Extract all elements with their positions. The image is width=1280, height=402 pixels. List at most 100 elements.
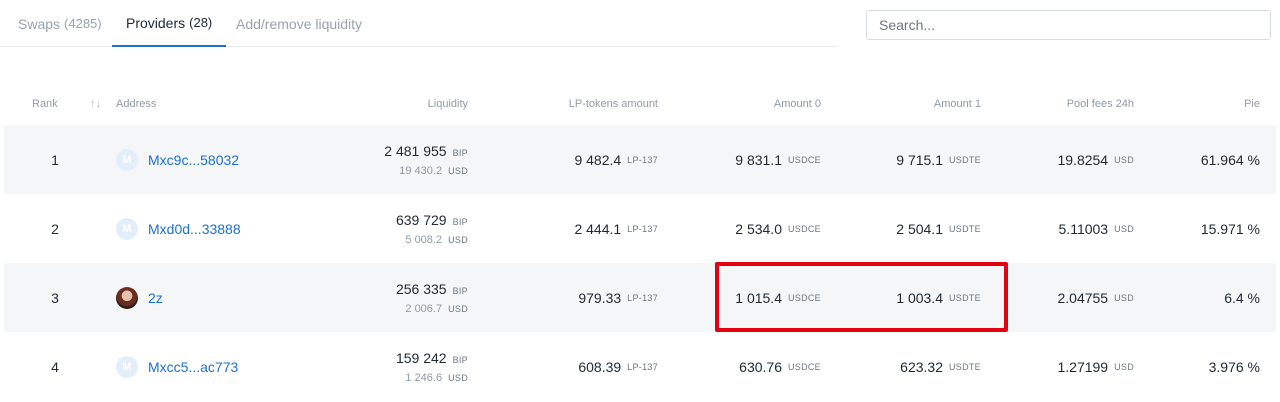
fees-value: 1.27199 [1057, 358, 1109, 375]
liquidity-bip: 159 242 [395, 349, 447, 366]
table-header: Rank ↑↓ Address Liquidity LP-tokens amou… [4, 86, 1276, 122]
amount1-value: 9 715.1 [896, 151, 943, 168]
tab-add-remove-liquidity[interactable]: Add/remove liquidity [236, 0, 362, 47]
unit-label: BIP [452, 354, 468, 365]
lp-value: 9 482.4 [574, 151, 622, 168]
amount1-cell: 2 504.1 USDTE [896, 194, 981, 263]
amount0-cell: 630.76 USDCE [739, 332, 821, 401]
header-pie[interactable]: Pie [1244, 86, 1260, 122]
amount0-value: 9 831.1 [735, 151, 782, 168]
lp-tokens-cell: 608.39 LP-137 [578, 332, 658, 401]
address-link[interactable]: Mxcc5...ac773 [148, 359, 238, 375]
lp-value: 608.39 [578, 358, 622, 375]
tab-bar: Swaps (4285) Providers (28) Add/remove l… [0, 0, 838, 47]
fees-value: 5.11003 [1058, 220, 1109, 237]
tab-swaps-count: (4285) [64, 16, 102, 31]
header-amount0[interactable]: Amount 0 [774, 86, 821, 122]
header-lp-tokens[interactable]: LP-tokens amount [569, 86, 658, 122]
unit-label: USDCE [787, 154, 821, 165]
tab-providers-label: Providers [126, 14, 186, 31]
rank-cell: 2 [51, 220, 59, 237]
amount0-value: 1 015.4 [735, 289, 782, 306]
rank-cell: 4 [51, 358, 59, 375]
header-liquidity[interactable]: Liquidity [428, 86, 468, 122]
fees-value: 2.04755 [1057, 289, 1109, 306]
address-cell: 2z [116, 263, 163, 332]
amount0-cell: 2 534.0 USDCE [735, 194, 821, 263]
amount1-value: 1 003.4 [896, 289, 943, 306]
user-photo-icon [116, 286, 138, 309]
unit-label: USD [448, 165, 468, 176]
search-input[interactable] [866, 10, 1271, 40]
liquidity-cell: 256 335 BIP 2 006.7 USD [396, 263, 468, 332]
amount1-cell: 9 715.1 USDTE [896, 125, 981, 194]
liquidity-cell: 2 481 955 BIP 19 430.2 USD [384, 125, 468, 194]
fees-value: 19.8254 [1057, 151, 1109, 168]
liquidity-usd: 5 008.2 [405, 233, 443, 246]
unit-label: USD [1114, 154, 1134, 165]
address-cell: M Mxcc5...ac773 [116, 332, 238, 401]
lp-value: 2 444.1 [574, 220, 622, 237]
header-rank[interactable]: Rank [32, 86, 58, 122]
address-link[interactable]: 2z [148, 290, 163, 306]
minter-logo-icon: M [116, 217, 138, 240]
liquidity-bip: 639 729 [395, 211, 447, 228]
unit-label: USD [448, 234, 468, 245]
unit-label: USD [448, 372, 468, 383]
unit-label: USDTE [948, 154, 981, 165]
unit-label: BIP [452, 285, 468, 296]
amount1-cell: 1 003.4 USDTE [896, 263, 981, 332]
amount1-value: 2 504.1 [896, 220, 943, 237]
unit-label: LP-137 [627, 361, 658, 372]
unit-label: USDTE [948, 223, 981, 234]
rank-cell: 1 [51, 151, 59, 168]
table-row: 4 M Mxcc5...ac773 159 242 BIP 1 246.6 USD … [4, 332, 1276, 401]
unit-label: LP-137 [627, 292, 658, 303]
amount0-value: 2 534.0 [735, 220, 782, 237]
header-pool-fees[interactable]: Pool fees 24h [1067, 86, 1134, 122]
liquidity-bip: 256 335 [395, 280, 447, 297]
tab-swaps-label: Swaps [18, 15, 61, 32]
address-cell: M Mxd0d...33888 [116, 194, 241, 263]
table-row: 1 M Mxc9c...58032 2 481 955 BIP 19 430.2 U… [4, 125, 1276, 194]
unit-label: USD [1114, 361, 1134, 372]
amount1-value: 623.32 [900, 358, 943, 375]
lp-value: 979.33 [578, 289, 622, 306]
lp-tokens-cell: 979.33 LP-137 [578, 263, 658, 332]
lp-tokens-cell: 9 482.4 LP-137 [574, 125, 658, 194]
sort-icon[interactable]: ↑↓ [90, 86, 101, 122]
tab-liquidity-label: Add/remove liquidity [236, 15, 363, 32]
unit-label: USD [1114, 223, 1134, 234]
liquidity-cell: 159 242 BIP 1 246.6 USD [396, 332, 468, 401]
liquidity-usd: 2 006.7 [405, 302, 443, 315]
header-amount1[interactable]: Amount 1 [934, 86, 981, 122]
amount1-cell: 623.32 USDTE [900, 332, 981, 401]
unit-label: LP-137 [627, 223, 658, 234]
header-address[interactable]: Address [116, 86, 156, 122]
unit-label: USDCE [787, 223, 821, 234]
lp-tokens-cell: 2 444.1 LP-137 [574, 194, 658, 263]
pie-cell: 61.964 % [1200, 151, 1260, 168]
unit-label: LP-137 [627, 154, 658, 165]
amount0-cell: 9 831.1 USDCE [735, 125, 821, 194]
table-row: 2 M Mxd0d...33888 639 729 BIP 5 008.2 USD … [4, 194, 1276, 263]
pie-cell: 3.976 % [1208, 358, 1260, 375]
address-link[interactable]: Mxc9c...58032 [148, 152, 239, 168]
liquidity-bip: 2 481 955 [384, 142, 447, 159]
unit-label: USD [1114, 292, 1134, 303]
amount0-cell: 1 015.4 USDCE [735, 263, 821, 332]
unit-label: BIP [452, 147, 468, 158]
minter-logo-icon: M [116, 148, 138, 171]
unit-label: USDCE [787, 361, 821, 372]
pool-fees-cell: 2.04755 USD [1057, 263, 1134, 332]
address-link[interactable]: Mxd0d...33888 [148, 221, 241, 237]
amount0-value: 630.76 [739, 358, 782, 375]
tab-swaps[interactable]: Swaps (4285) [18, 0, 102, 47]
unit-label: USDTE [948, 292, 981, 303]
pie-cell: 15.971 % [1200, 220, 1260, 237]
pool-fees-cell: 1.27199 USD [1057, 332, 1134, 401]
liquidity-usd: 19 430.2 [399, 164, 443, 177]
tab-providers[interactable]: Providers (28) [112, 0, 227, 47]
liquidity-usd: 1 246.6 [405, 371, 443, 384]
pool-fees-cell: 5.11003 USD [1059, 194, 1134, 263]
